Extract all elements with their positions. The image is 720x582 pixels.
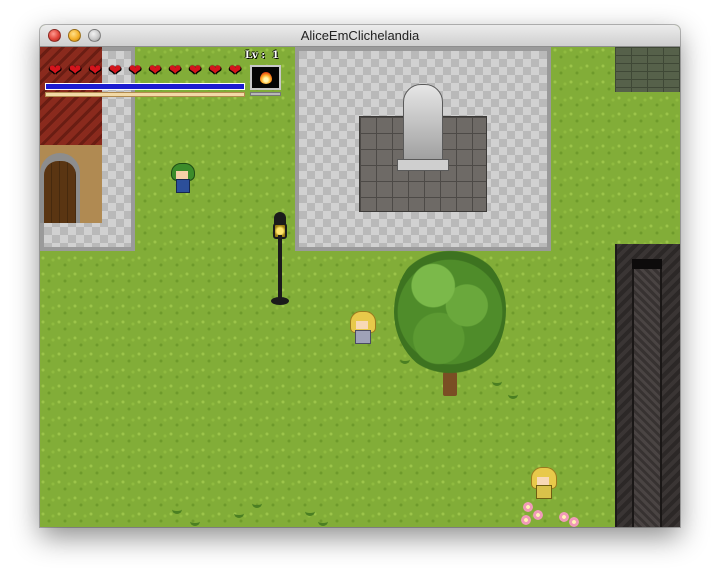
grass-tuft	[400, 355, 410, 364]
grass-tuft	[190, 517, 200, 526]
npc-blonde-face	[537, 477, 549, 485]
flower	[569, 517, 579, 527]
skill-slot[interactable]	[250, 65, 281, 90]
dark-building-door[interactable]	[632, 259, 662, 527]
npc-green-hair-body	[176, 179, 190, 193]
level-label: Lv : 1	[245, 50, 279, 61]
title-bar[interactable]: AliceEmClichelandia	[40, 25, 680, 47]
grass-tuft	[508, 390, 518, 399]
heart-icon: ❤	[228, 61, 242, 79]
npc-green-hair-face	[176, 171, 188, 179]
heart-icon: ❤	[68, 61, 82, 79]
house-door[interactable]	[44, 161, 76, 223]
flower	[533, 510, 543, 520]
skill-cooldown-bar	[250, 92, 281, 96]
window-title: AliceEmClichelandia	[300, 28, 420, 43]
health-hearts: ❤ ❤ ❤ ❤ ❤ ❤ ❤ ❤ ❤ ❤	[45, 61, 245, 79]
dark-building-lintel	[632, 259, 662, 269]
lamp-base	[271, 297, 289, 305]
flower	[521, 515, 531, 525]
game-canvas[interactable]: ❤ ❤ ❤ ❤ ❤ ❤ ❤ ❤ ❤ ❤ Lv : 1	[40, 47, 680, 527]
heart-icon: ❤	[128, 61, 142, 79]
flower	[559, 512, 569, 522]
heart-icon: ❤	[208, 61, 222, 79]
brick-wall	[615, 47, 680, 92]
heart-icon: ❤	[168, 61, 182, 79]
npc-blonde-dress	[536, 485, 552, 499]
grass-tuft	[172, 505, 182, 514]
heart-icon: ❤	[48, 61, 62, 79]
exp-bar	[45, 92, 245, 97]
grass-tuft	[318, 517, 328, 526]
heart-icon: ❤	[188, 61, 202, 79]
flower	[523, 502, 533, 512]
alice-face	[356, 321, 368, 329]
grass-tuft	[234, 509, 244, 518]
game-window: AliceEmClichelandia ❤ ❤ ❤ ❤ ❤ ❤ ❤ ❤ ❤ ❤ …	[40, 25, 680, 527]
heart-icon: ❤	[108, 61, 122, 79]
fire-icon	[259, 71, 272, 84]
tree	[394, 246, 506, 378]
heart-icon: ❤	[88, 61, 102, 79]
statue[interactable]	[403, 84, 443, 166]
alice-dress	[355, 330, 371, 344]
hp-bar	[45, 83, 245, 90]
heart-icon: ❤	[148, 61, 162, 79]
grass-tuft	[252, 499, 262, 508]
lamp-post	[278, 235, 282, 301]
grass-tuft	[492, 377, 502, 386]
grass-tuft	[305, 507, 315, 516]
statue-pedestal	[397, 159, 449, 171]
